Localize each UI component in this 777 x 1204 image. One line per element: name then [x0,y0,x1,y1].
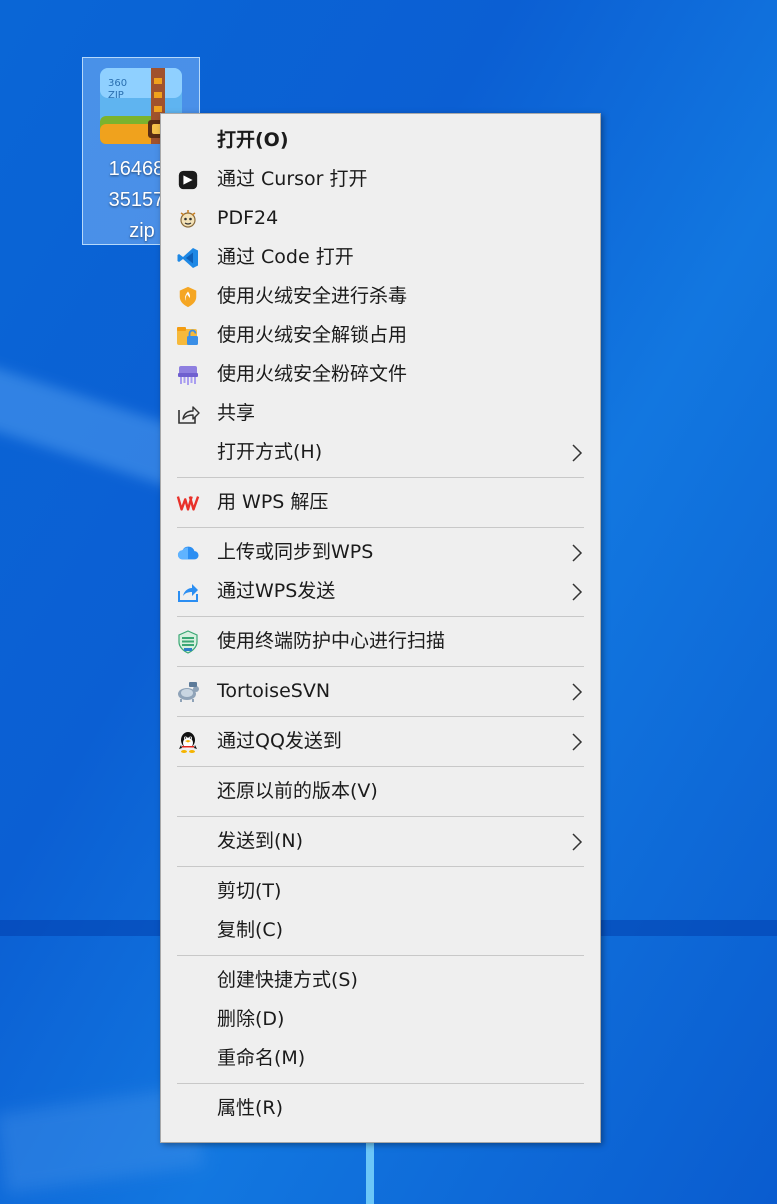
chevron-right-icon [570,682,584,702]
menu-item-label: 通过 Cursor 打开 [217,168,368,190]
context-menu: 打开(O) 通过 Cursor 打开 PDF24 通过 Code 打开使用火绒安全进行… [160,113,601,1143]
svg-text:ZIP: ZIP [108,90,124,101]
menu-item-g9-1[interactable]: 删除(D) [161,1000,600,1039]
menu-item-label: 属性(R) [217,1097,284,1119]
tortoisesvn-icon [176,680,200,704]
menu-item-g0-8[interactable]: 打开方式(H) [161,433,600,472]
qq-icon [176,730,200,754]
menu-separator [177,1083,584,1084]
chevron-right-icon [570,832,584,852]
menu-item-share[interactable]: 共享 [161,394,600,433]
menu-item-label: 上传或同步到WPS [217,541,374,563]
menu-item-wps-send[interactable]: 通过WPS发送 [161,572,600,611]
menu-separator [177,816,584,817]
menu-separator [177,766,584,767]
menu-item-huorong-shred[interactable]: 使用火绒安全粉碎文件 [161,355,600,394]
menu-separator [177,616,584,617]
menu-item-label: 发送到(N) [217,830,304,852]
menu-separator [177,866,584,867]
menu-item-wps-cloud[interactable]: 上传或同步到WPS [161,533,600,572]
chevron-right-icon [570,582,584,602]
menu-item-label: 重命名(M) [217,1047,306,1069]
menu-item-label: 剪切(T) [217,880,282,902]
chevron-right-icon [570,443,584,463]
menu-item-cursor[interactable]: 通过 Cursor 打开 [161,160,600,199]
endpoint-protection-icon [176,630,200,654]
chevron-right-icon [570,543,584,563]
menu-item-g9-0[interactable]: 创建快捷方式(S) [161,961,600,1000]
menu-item-g0-0[interactable]: 打开(O) [161,121,600,160]
wps-icon [176,491,200,515]
menu-separator [177,527,584,528]
menu-item-label: 创建快捷方式(S) [217,969,358,991]
menu-item-label: 打开(O) [217,129,289,151]
menu-item-label: 使用火绒安全粉碎文件 [217,363,408,385]
pdf24-icon [176,207,200,231]
huorong-unlock-icon [176,324,200,348]
menu-separator [177,666,584,667]
menu-item-label: 还原以前的版本(V) [217,780,378,802]
huorong-shield-icon [176,285,200,309]
menu-item-tortoisesvn[interactable]: TortoiseSVN [161,672,600,711]
menu-item-label: 复制(C) [217,919,284,941]
vscode-icon [176,246,200,270]
huorong-shred-icon [176,363,200,387]
menu-item-label: 打开方式(H) [217,441,323,463]
chevron-right-icon [570,732,584,752]
menu-item-huorong-shield[interactable]: 使用火绒安全进行杀毒 [161,277,600,316]
menu-item-label: PDF24 [217,207,279,229]
wallpaper-light-beam [366,1140,374,1204]
menu-item-label: 通过WPS发送 [217,580,336,602]
wps-cloud-icon [176,541,200,565]
menu-item-endpoint-protection[interactable]: 使用终端防护中心进行扫描 [161,622,600,661]
menu-item-wps[interactable]: 用 WPS 解压 [161,483,600,522]
menu-item-g6-0[interactable]: 还原以前的版本(V) [161,772,600,811]
menu-item-label: 通过 Code 打开 [217,246,354,268]
menu-item-g8-1[interactable]: 复制(C) [161,911,600,950]
wps-send-icon [176,580,200,604]
menu-item-pdf24[interactable]: PDF24 [161,199,600,238]
menu-separator [177,955,584,956]
share-icon [176,402,200,426]
menu-item-label: 共享 [217,402,256,424]
menu-item-g10-0[interactable]: 属性(R) [161,1089,600,1128]
menu-item-vscode[interactable]: 通过 Code 打开 [161,238,600,277]
menu-item-qq[interactable]: 通过QQ发送到 [161,722,600,761]
menu-item-label: 使用终端防护中心进行扫描 [217,630,446,652]
menu-item-label: 通过QQ发送到 [217,730,342,752]
svg-text:360: 360 [108,78,127,89]
cursor-icon [176,168,200,192]
menu-item-label: 使用火绒安全解锁占用 [217,324,408,346]
menu-separator [177,716,584,717]
menu-item-g7-0[interactable]: 发送到(N) [161,822,600,861]
menu-item-g9-2[interactable]: 重命名(M) [161,1039,600,1078]
menu-item-g8-0[interactable]: 剪切(T) [161,872,600,911]
menu-item-label: 使用火绒安全进行杀毒 [217,285,408,307]
menu-separator [177,477,584,478]
menu-item-label: 用 WPS 解压 [217,491,329,513]
menu-item-label: TortoiseSVN [217,680,331,702]
menu-item-huorong-unlock[interactable]: 使用火绒安全解锁占用 [161,316,600,355]
menu-item-label: 删除(D) [217,1008,285,1030]
